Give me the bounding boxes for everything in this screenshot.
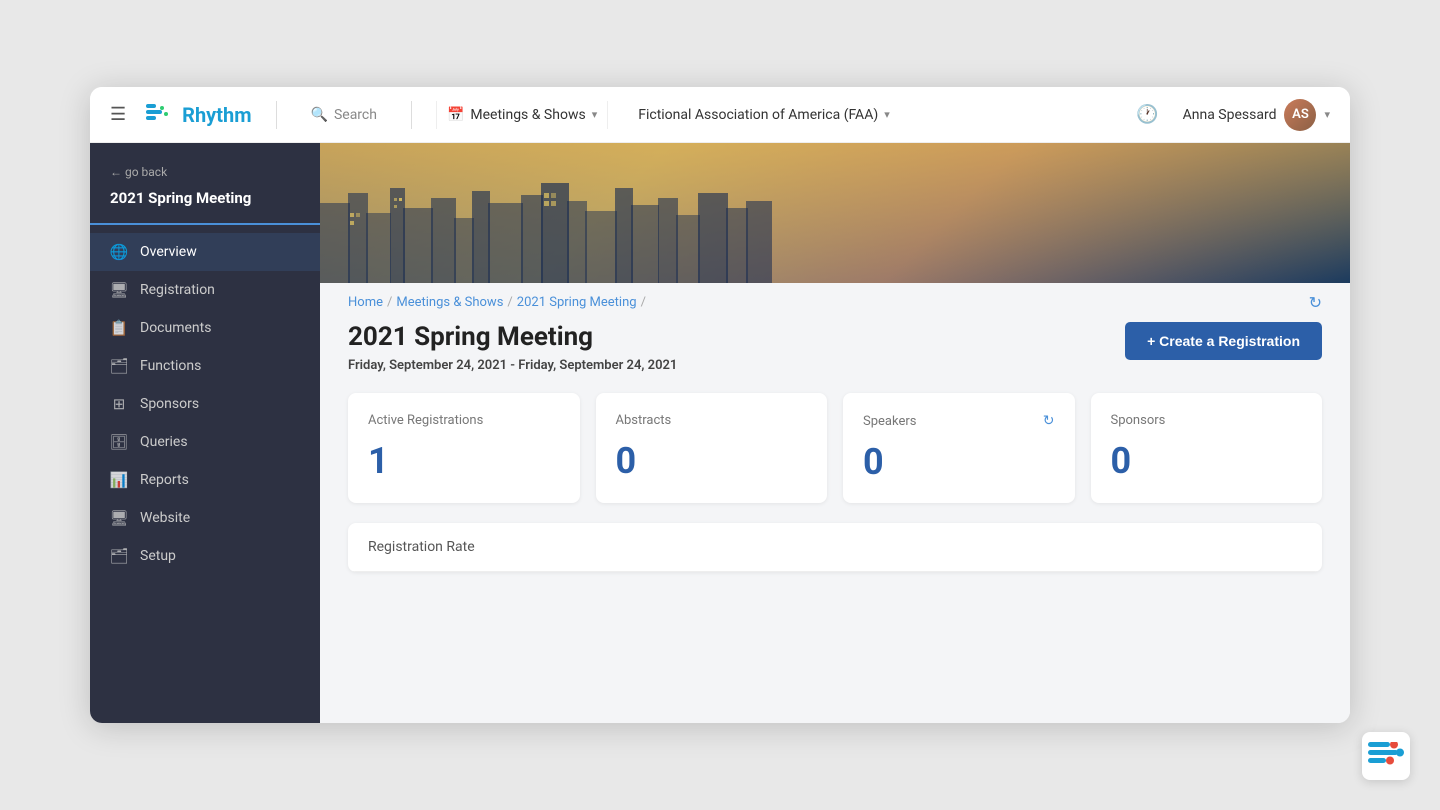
sidebar-item-label-documents: Documents	[140, 320, 211, 336]
sidebar-item-label-functions: Functions	[140, 358, 201, 374]
breadcrumb: Home / Meetings & Shows / 2021 Spring Me…	[348, 295, 646, 310]
stat-card-abstracts: Abstracts 0	[596, 393, 828, 503]
city-skyline	[320, 183, 1350, 283]
reports-icon: 📊	[110, 471, 128, 489]
section-header: Registration Rate	[348, 523, 1322, 572]
sidebar-item-setup[interactable]: 🗂 Setup	[90, 537, 320, 575]
breadcrumb-sep-1: /	[387, 295, 392, 310]
browser-frame: ☰ Rhythm 🔍 Search 📅 Meetings & Shows ▾ F…	[90, 87, 1350, 723]
nav-divider	[276, 101, 277, 129]
stat-label-abstracts: Abstracts	[616, 413, 808, 428]
sidebar-item-documents[interactable]: 📋 Documents	[90, 309, 320, 347]
setup-icon: 🗂	[110, 547, 128, 565]
meeting-header: 2021 Spring Meeting Friday, September 24…	[348, 322, 1322, 373]
sidebar-item-overview[interactable]: 🌐 Overview	[90, 233, 320, 271]
logo-area[interactable]: Rhythm	[146, 103, 251, 127]
user-chevron-icon: ▾	[1324, 108, 1330, 121]
logo-icon	[146, 104, 174, 126]
sidebar-item-label-website: Website	[140, 510, 190, 526]
user-area[interactable]: Anna Spessard AS ▾	[1183, 99, 1330, 131]
hero-image	[320, 143, 1350, 283]
documents-icon: 📋	[110, 319, 128, 337]
sidebar-item-label-queries: Queries	[140, 434, 188, 450]
speakers-refresh-icon[interactable]: ↻	[1043, 413, 1055, 429]
stat-label-speakers: Speakers ↻	[863, 413, 1055, 429]
hamburger-icon[interactable]: ☰	[110, 104, 126, 125]
sidebar-item-sponsors[interactable]: ⊞ Sponsors	[90, 385, 320, 423]
nav-divider-2	[411, 101, 412, 129]
search-area[interactable]: 🔍 Search	[301, 101, 387, 129]
content-main: 2021 Spring Meeting Friday, September 24…	[320, 322, 1350, 600]
meeting-info: 2021 Spring Meeting Friday, September 24…	[348, 322, 677, 373]
functions-icon: 🗂	[110, 357, 128, 375]
sidebar-item-functions[interactable]: 🗂 Functions	[90, 347, 320, 385]
breadcrumb-meeting[interactable]: 2021 Spring Meeting	[517, 295, 637, 310]
stat-card-sponsors: Sponsors 0	[1091, 393, 1323, 503]
stat-card-speakers: Speakers ↻ 0	[843, 393, 1075, 503]
globe-icon: 🌐	[110, 243, 128, 261]
stats-row: Active Registrations 1 Abstracts 0 Speak…	[348, 393, 1322, 503]
stat-value-sponsors: 0	[1111, 440, 1303, 482]
sidebar-title: 2021 Spring Meeting	[90, 185, 320, 225]
meetings-label: Meetings & Shows	[470, 107, 585, 123]
registration-icon: 🖥	[110, 281, 128, 299]
go-back-link[interactable]: ← go back	[90, 159, 320, 185]
stat-label-sponsors-stat: Sponsors	[1111, 413, 1303, 428]
sidebar: ← go back 2021 Spring Meeting 🌐 Overview…	[90, 143, 320, 723]
sidebar-item-label-registration: Registration	[140, 282, 215, 298]
search-icon: 🔍	[311, 107, 328, 123]
sponsors-icon: ⊞	[110, 395, 128, 413]
org-dropdown[interactable]: Fictional Association of America (FAA) ▾	[628, 101, 900, 129]
avatar: AS	[1284, 99, 1316, 131]
breadcrumb-meetings[interactable]: Meetings & Shows	[396, 295, 503, 310]
stat-card-active-registrations: Active Registrations 1	[348, 393, 580, 503]
registration-rate-section: Registration Rate	[348, 523, 1322, 572]
meeting-title: 2021 Spring Meeting	[348, 322, 677, 352]
section-title: Registration Rate	[368, 539, 475, 555]
breadcrumb-sep-3: /	[641, 295, 646, 310]
queries-icon: 🗄	[110, 433, 128, 451]
meeting-date: Friday, September 24, 2021 - Friday, Sep…	[348, 358, 677, 373]
logo-text: Rhythm	[182, 103, 251, 127]
stat-value-speakers: 0	[863, 441, 1055, 483]
calendar-icon: 📅	[447, 107, 464, 123]
user-name: Anna Spessard	[1183, 107, 1277, 123]
breadcrumb-home[interactable]: Home	[348, 295, 383, 310]
website-icon: 🖥	[110, 509, 128, 527]
stat-value-active-registrations: 1	[368, 440, 560, 482]
content-area: Home / Meetings & Shows / 2021 Spring Me…	[320, 143, 1350, 723]
sidebar-item-label-overview: Overview	[140, 244, 197, 260]
create-registration-button[interactable]: + Create a Registration	[1125, 322, 1322, 360]
sidebar-item-registration[interactable]: 🖥 Registration	[90, 271, 320, 309]
sidebar-item-label-setup: Setup	[140, 548, 176, 564]
sidebar-item-website[interactable]: 🖥 Website	[90, 499, 320, 537]
chevron-down-icon-2: ▾	[884, 108, 890, 121]
meetings-shows-dropdown[interactable]: 📅 Meetings & Shows ▾	[436, 101, 608, 129]
org-label: Fictional Association of America (FAA)	[638, 107, 878, 123]
stat-label-active-registrations: Active Registrations	[368, 413, 560, 428]
chevron-down-icon: ▾	[592, 108, 598, 121]
page-refresh-icon[interactable]: ↻	[1309, 293, 1322, 312]
sidebar-item-queries[interactable]: 🗄 Queries	[90, 423, 320, 461]
sidebar-item-label-reports: Reports	[140, 472, 189, 488]
history-icon[interactable]: 🕐	[1132, 100, 1162, 129]
sidebar-item-reports[interactable]: 📊 Reports	[90, 461, 320, 499]
search-label: Search	[334, 107, 377, 123]
main-layout: ← go back 2021 Spring Meeting 🌐 Overview…	[90, 143, 1350, 723]
breadcrumb-bar: Home / Meetings & Shows / 2021 Spring Me…	[320, 283, 1350, 322]
breadcrumb-sep-2: /	[507, 295, 512, 310]
top-nav: ☰ Rhythm 🔍 Search 📅 Meetings & Shows ▾ F…	[90, 87, 1350, 143]
stat-value-abstracts: 0	[616, 440, 808, 482]
sidebar-item-label-sponsors: Sponsors	[140, 396, 199, 412]
